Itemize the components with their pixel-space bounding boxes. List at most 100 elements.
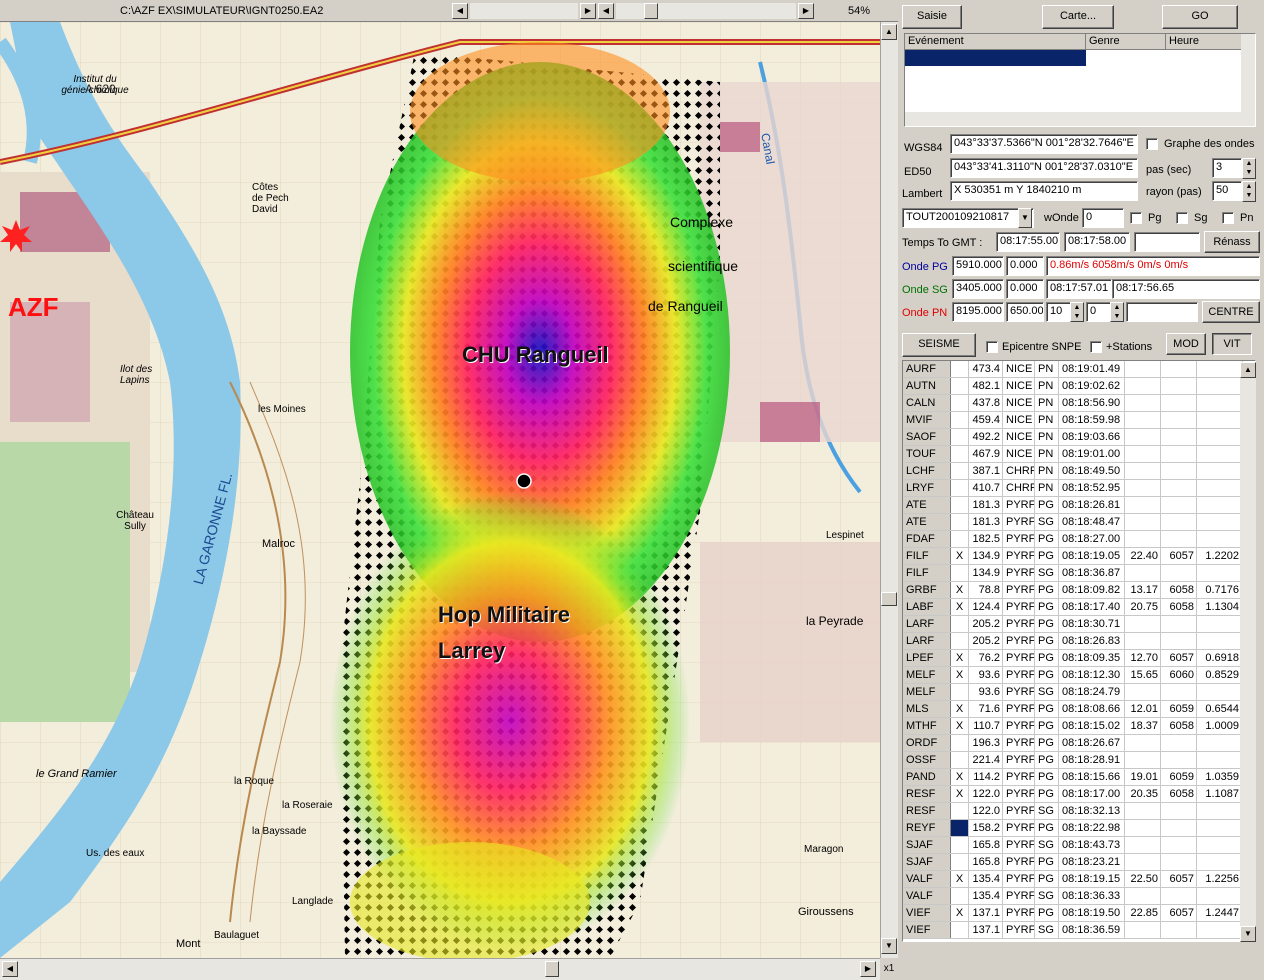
onde-pn-spinner-2[interactable]: ▲ ▼ — [1110, 302, 1124, 322]
stations-table[interactable]: AURF 473.4 NICE PN 08:19:01.49 AUTN 482.1 NICE P… — [902, 360, 1256, 942]
table-cell[interactable] — [951, 633, 969, 649]
table-cell[interactable] — [951, 803, 969, 819]
event-select[interactable]: TOUT200109210817 — [902, 208, 1034, 228]
table-cell[interactable] — [951, 446, 969, 462]
table-row[interactable]: RESF X 122.0 PYRF PG 08:18:17.00 20.35 6058 1.10… — [903, 786, 1255, 803]
table-row[interactable]: FDAF 182.5 PYRF PG 08:18:27.00 — [903, 531, 1255, 548]
onde-sg-time-2[interactable]: 08:17:56.65 — [1112, 279, 1260, 299]
table-row[interactable]: OSSF 221.4 PYRF PG 08:18:28.91 — [903, 752, 1255, 769]
lambert-field[interactable]: X 530351 m Y 1840210 m — [950, 181, 1138, 201]
stations-scroll-down[interactable]: ▼ — [1240, 926, 1256, 942]
table-row[interactable]: MELF 93.6 PYRF SG 08:18:24.79 — [903, 684, 1255, 701]
zoom-slider-track[interactable] — [616, 3, 796, 19]
temps-field-3[interactable] — [1134, 232, 1200, 252]
table-cell[interactable] — [951, 531, 969, 547]
table-row[interactable]: SJAF 165.8 PYRF PG 08:18:23.21 — [903, 854, 1255, 871]
col-event[interactable]: Evénement — [905, 34, 1086, 49]
table-row[interactable]: LPEF X 76.2 PYRF PG 08:18:09.35 12.70 6057 0.691… — [903, 650, 1255, 667]
events-hscrollbar[interactable] — [905, 112, 1241, 126]
table-cell[interactable] — [951, 616, 969, 632]
onde-pn-spin-2[interactable]: 0 — [1086, 302, 1112, 322]
table-row[interactable]: LARF 205.2 PYRF PG 08:18:30.71 — [903, 616, 1255, 633]
table-cell[interactable]: X — [951, 786, 969, 802]
table-cell[interactable]: X — [951, 548, 969, 564]
pg-checkbox[interactable] — [1130, 212, 1142, 224]
go-button[interactable]: GO — [1162, 5, 1238, 29]
table-cell[interactable]: X — [951, 667, 969, 683]
centre-button[interactable]: CENTRE — [1202, 301, 1260, 323]
table-cell[interactable]: X — [951, 599, 969, 615]
saisie-button[interactable]: Saisie — [902, 5, 962, 29]
scroll-left-button[interactable]: ◀ — [452, 3, 468, 19]
zoom-right-button[interactable]: ▶ — [798, 3, 814, 19]
onde-pg-field-1[interactable]: 5910.000 — [952, 256, 1004, 276]
table-cell[interactable] — [951, 854, 969, 870]
scroll-down-button[interactable]: ▼ — [881, 938, 897, 954]
table-row[interactable]: ATE 181.3 PYRF PG 08:18:26.81 — [903, 497, 1255, 514]
rayon-spinner[interactable]: ▲ ▼ — [1242, 181, 1256, 202]
rayon-field[interactable]: 50 — [1212, 181, 1242, 201]
table-row[interactable]: MVIF 459.4 NICE PN 08:18:59.98 — [903, 412, 1255, 429]
onde-pn-field-3[interactable] — [1126, 302, 1198, 322]
table-row[interactable]: ORDF 196.3 PYRF PG 08:18:26.67 — [903, 735, 1255, 752]
table-row[interactable]: FILF X 134.9 PYRF PG 08:18:19.05 22.40 6057 1.22… — [903, 548, 1255, 565]
table-row[interactable]: LABF X 124.4 PYRF PG 08:18:17.40 20.75 6058 1.13… — [903, 599, 1255, 616]
events-scrollbar[interactable] — [1241, 34, 1255, 126]
table-cell[interactable] — [951, 463, 969, 479]
onde-sg-time-1[interactable]: 08:17:57.01 — [1046, 279, 1112, 299]
table-row[interactable]: VIEF 137.1 PYRF SG 08:18:36.59 — [903, 922, 1255, 939]
stations-scroll-up[interactable]: ▲ — [1240, 362, 1256, 378]
table-cell[interactable]: X — [951, 871, 969, 887]
map-horizontal-scrollbar[interactable]: ◀ ▶ — [0, 958, 880, 980]
table-row[interactable]: GRBF X 78.8 PYRF PG 08:18:09.82 13.17 6058 0.717… — [903, 582, 1255, 599]
vit-button[interactable]: VIT — [1212, 333, 1252, 355]
table-row[interactable]: ATE 181.3 PYRF SG 08:18:48.47 — [903, 514, 1255, 531]
table-cell[interactable] — [951, 837, 969, 853]
onde-pn-field-1[interactable]: 8195.000 — [952, 302, 1004, 322]
table-row[interactable]: PAND X 114.2 PYRF PG 08:18:15.66 19.01 6059 1.03… — [903, 769, 1255, 786]
wgs84-field[interactable]: 043°33'37.5366"N 001°28'32.7646"E — [950, 134, 1138, 154]
table-row[interactable]: MLS X 71.6 PYRF PG 08:18:08.66 12.01 6059 0.6544 — [903, 701, 1255, 718]
table-cell[interactable] — [951, 480, 969, 496]
renass-button[interactable]: Rénass — [1204, 231, 1260, 253]
col-heure[interactable]: Heure — [1166, 34, 1242, 49]
table-cell[interactable] — [951, 565, 969, 581]
table-row[interactable]: CALN 437.8 NICE PN 08:18:56.90 — [903, 395, 1255, 412]
table-cell[interactable] — [951, 412, 969, 428]
table-cell[interactable] — [951, 735, 969, 751]
table-row[interactable]: SJAF 165.8 PYRF SG 08:18:43.73 — [903, 837, 1255, 854]
carte-button[interactable]: Carte... — [1042, 5, 1114, 29]
onde-pn-field-2[interactable]: 650.00 — [1006, 302, 1044, 322]
zoom-track[interactable] — [470, 3, 578, 19]
onde-pn-spinner-1[interactable]: ▲ ▼ — [1070, 302, 1084, 322]
mod-button[interactable]: MOD — [1166, 333, 1206, 355]
zoom-slider-thumb[interactable] — [644, 3, 658, 19]
table-cell[interactable]: X — [951, 718, 969, 734]
table-row[interactable]: VALF X 135.4 PYRF PG 08:18:19.15 22.50 6057 1.22… — [903, 871, 1255, 888]
map-vertical-scrollbar[interactable]: ▲ ▼ — [880, 22, 898, 958]
onde-pg-info[interactable]: 0.86m/s 6058m/s 0m/s 0m/s — [1046, 256, 1260, 276]
table-cell[interactable]: X — [951, 701, 969, 717]
table-row[interactable]: LCHF 387.1 CHRF PN 08:18:49.50 — [903, 463, 1255, 480]
table-row[interactable]: LARF 205.2 PYRF PG 08:18:26.83 — [903, 633, 1255, 650]
onde-pg-field-2[interactable]: 0.000 — [1006, 256, 1044, 276]
temps-field-1[interactable]: 08:17:55.00 — [996, 232, 1060, 252]
table-cell[interactable]: X — [951, 650, 969, 666]
scroll-up-button[interactable]: ▲ — [881, 24, 897, 40]
vertical-scroll-thumb[interactable] — [881, 592, 897, 606]
horizontal-scroll-thumb[interactable] — [545, 961, 559, 977]
table-cell[interactable]: X — [951, 582, 969, 598]
stations-checkbox[interactable] — [1090, 341, 1102, 353]
table-cell[interactable] — [951, 429, 969, 445]
graphe-checkbox[interactable] — [1146, 138, 1158, 150]
table-row[interactable]: REYF 158.2 PYRF PG 08:18:22.98 — [903, 820, 1255, 837]
pn-checkbox[interactable] — [1222, 212, 1234, 224]
ed50-field[interactable]: 043°33'41.3110"N 001°28'37.0310"E — [950, 158, 1138, 178]
table-cell[interactable] — [951, 361, 969, 377]
table-row[interactable]: MELF X 93.6 PYRF PG 08:18:12.30 15.65 6060 0.852… — [903, 667, 1255, 684]
table-row[interactable]: TOUF 467.9 NICE PN 08:19:01.00 — [903, 446, 1255, 463]
col-genre[interactable]: Genre — [1086, 34, 1166, 49]
table-cell[interactable]: X — [951, 905, 969, 921]
onde-pn-spin-1[interactable]: 10 — [1046, 302, 1072, 322]
stations-scrollbar[interactable]: ▲ ▼ — [1240, 362, 1256, 942]
